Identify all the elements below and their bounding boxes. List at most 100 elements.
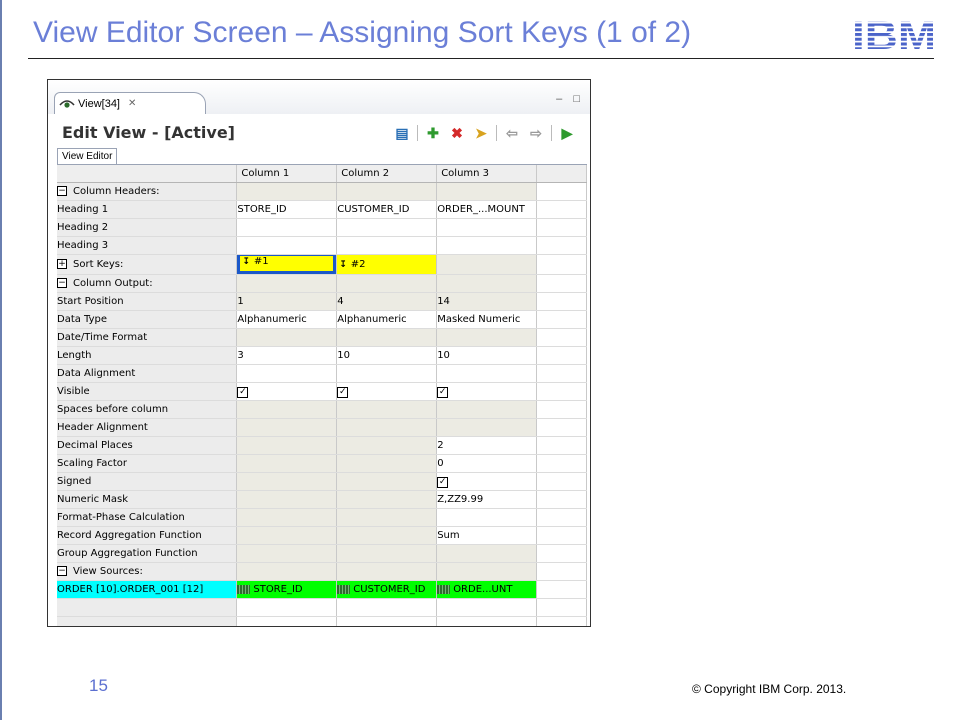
grid-cell[interactable]: STORE_ID [236,200,338,219]
grid-cell[interactable]: Masked Numeric [436,310,538,329]
column-header-3[interactable]: Column 3 [436,165,538,183]
grid-cell[interactable] [436,218,538,237]
grid-cell[interactable] [436,236,538,255]
paste-icon[interactable]: ➤ [472,124,490,142]
grid-cell [236,616,338,626]
section-column-headers[interactable]: − Column Headers: [57,182,238,201]
section-view-sources[interactable]: − View Sources: [57,562,238,581]
grid-cell[interactable] [336,544,438,563]
grid-cell[interactable] [436,400,538,419]
visible-checkbox[interactable]: ✓ [237,386,249,398]
grid-cell[interactable] [336,526,438,545]
visible-checkbox[interactable]: ✓ [337,386,349,398]
sort-key-cell-1[interactable]: ↧ #1 [236,254,338,275]
grid-cell[interactable]: 2 [436,436,538,455]
grid-cell[interactable] [336,472,438,491]
grid-cell[interactable] [436,328,538,347]
grid-cell[interactable] [436,418,538,437]
grid-cell[interactable]: Alphanumeric [236,310,338,329]
view-source-label[interactable]: ORDER [10].ORDER_001 [12] [57,580,238,599]
grid-cell[interactable]: 1 [236,292,338,311]
tab-view-editor[interactable]: View Editor [57,148,118,165]
grid-cell[interactable]: 3 [236,346,338,365]
grid-cell[interactable]: 4 [336,292,438,311]
move-right-icon[interactable]: ⇨ [527,124,545,142]
grid-cell[interactable] [236,508,338,527]
window-controls[interactable]: – □ [556,93,584,105]
grid-cell[interactable] [236,454,338,473]
grid-cell[interactable] [336,328,438,347]
grid-cell[interactable]: ORDER_...MOUNT [436,200,538,219]
grid-cell[interactable] [336,218,438,237]
grid-cell[interactable]: 0 [436,454,538,473]
grid-cell[interactable] [236,218,338,237]
column-header-2[interactable]: Column 2 [336,165,438,183]
grid-cell[interactable]: Sum [436,526,538,545]
section-label: View Sources: [73,566,143,577]
grid-cell[interactable] [236,328,338,347]
grid-cell: ✓ [236,382,338,401]
row-label: Heading 2 [57,218,238,237]
delete-icon[interactable]: ✖ [448,124,466,142]
field-icon [337,584,351,594]
row-label: Heading 1 [57,200,238,219]
collapse-icon[interactable]: − [57,278,67,288]
grid-cell[interactable] [236,436,338,455]
grid-cell[interactable]: Z,ZZ9.99 [436,490,538,509]
sort-key-cell-2[interactable]: ↧ #2 [336,254,438,275]
activate-icon[interactable]: ▶ [558,124,576,142]
grid-cell [436,598,538,617]
signed-checkbox[interactable]: ✓ [437,476,449,488]
grid-cell[interactable] [236,490,338,509]
grid-cell[interactable] [436,544,538,563]
grid-cell[interactable] [336,364,438,383]
grid-cell[interactable] [236,472,338,491]
grid-cell[interactable] [336,400,438,419]
grid-cell[interactable]: Alphanumeric [336,310,438,329]
section-sort-keys[interactable]: + Sort Keys: [57,254,238,275]
grid-cell[interactable] [236,400,338,419]
grid-cell[interactable] [236,236,338,255]
grid-cell[interactable] [236,364,338,383]
move-left-icon[interactable]: ⇦ [503,124,521,142]
grid-cell[interactable] [336,418,438,437]
grid-cell[interactable] [236,418,338,437]
grid-cell[interactable]: 10 [436,346,538,365]
table-row: Start Position 1 4 14 [57,292,587,311]
collapse-icon[interactable]: − [57,566,67,576]
field-icon [237,584,251,594]
grid-cell[interactable] [236,526,338,545]
source-field-value: CUSTOMER_ID [353,584,426,595]
view-tab[interactable]: View[34] ✕ [54,92,206,114]
column-header-1[interactable]: Column 1 [236,165,338,183]
grid-cell[interactable] [336,508,438,527]
refresh-view-icon[interactable]: ▤ [393,124,411,142]
grid-cell[interactable] [436,364,538,383]
section-row-column-headers: − Column Headers: [57,182,587,201]
grid-cell[interactable]: CUSTOMER_ID [336,200,438,219]
grid-cell[interactable]: 10 [336,346,438,365]
section-column-output[interactable]: − Column Output: [57,274,238,293]
expand-icon[interactable]: + [57,259,67,269]
editor-tabstrip: View[34] ✕ – □ [48,80,590,115]
source-field-cell[interactable]: CUSTOMER_ID [336,580,438,599]
grid-cell[interactable] [336,436,438,455]
grid-cell[interactable]: 14 [436,292,538,311]
source-field-cell[interactable]: ORDE...UNT [436,580,538,599]
grid-cell[interactable] [336,236,438,255]
grid-cell: ✓ [436,472,538,491]
visible-checkbox[interactable]: ✓ [437,386,449,398]
toolbar-separator [417,125,418,141]
source-field-cell[interactable]: STORE_ID [236,580,338,599]
grid-cell[interactable] [336,454,438,473]
row-label: Spaces before column [57,400,238,419]
grid-cell[interactable] [336,490,438,509]
grid-cell[interactable] [236,544,338,563]
add-icon[interactable]: ✚ [424,124,442,142]
table-row: + Sort Keys: ↧ #1 ↧ #2 [57,254,587,275]
sort-key-cell-3[interactable] [436,254,538,275]
collapse-icon[interactable]: − [57,186,67,196]
grid-cell[interactable] [436,508,538,527]
close-tab-icon[interactable]: ✕ [128,98,136,109]
grid-cell [236,274,338,293]
